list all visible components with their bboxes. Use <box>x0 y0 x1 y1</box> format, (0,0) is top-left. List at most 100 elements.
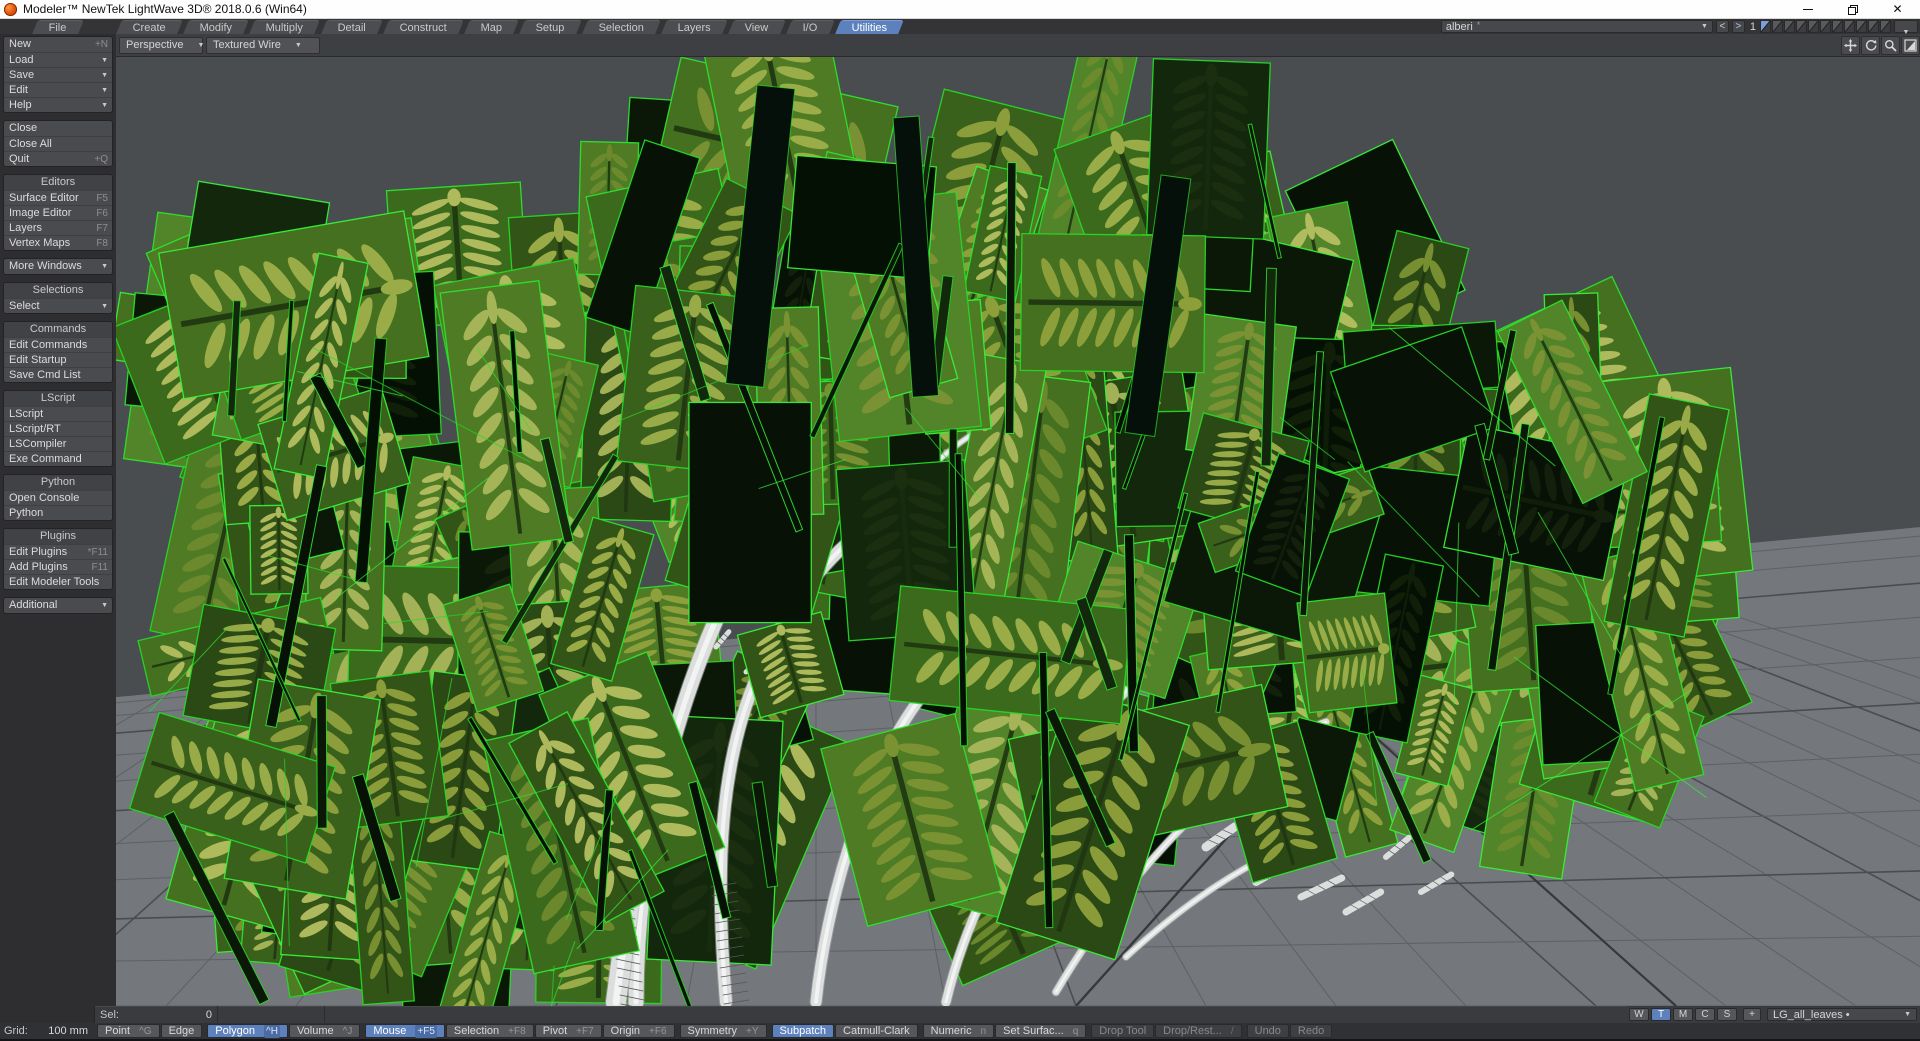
layer-tile-4[interactable] <box>1796 20 1807 33</box>
tool-button-numeric[interactable]: Numeric n <box>922 1024 995 1038</box>
sidebar-item-close[interactable]: Close <box>4 121 112 136</box>
menu-tab-construct[interactable]: Construct <box>383 20 464 34</box>
tool-button-point[interactable]: Point ^G <box>97 1024 160 1038</box>
sidebar-item-close-all[interactable]: Close All <box>4 136 112 151</box>
menu-tab-utilities[interactable]: Utilities <box>834 20 905 34</box>
menu-tab-i-o[interactable]: I/O <box>786 20 835 34</box>
vmap-button-t[interactable]: T <box>1651 1008 1671 1021</box>
menu-tab-modify[interactable]: Modify <box>183 20 250 34</box>
menu-tab-multiply[interactable]: Multiply <box>249 20 321 34</box>
tool-button-pivot[interactable]: Pivot +F7 <box>534 1024 602 1038</box>
menu-tab-detail[interactable]: Detail <box>320 20 383 34</box>
layer-next-button[interactable]: > <box>1731 20 1745 33</box>
sidebar-item-lscompiler[interactable]: LSCompiler <box>4 436 112 451</box>
sidebar-item-select[interactable]: Select ▼ <box>4 298 112 313</box>
sidebar-item-help[interactable]: Help ▼ <box>4 97 112 112</box>
tool-group: Subpatch Catmull-Clark <box>771 1024 918 1038</box>
viewport-rotate-button[interactable] <box>1861 35 1880 55</box>
tool-button-edge[interactable]: Edge <box>160 1024 203 1038</box>
menu-tab-label: Modify <box>199 22 233 34</box>
sidebar-item-surface-editor[interactable]: Surface Editor F5 <box>4 190 112 205</box>
object-selector-dropdown[interactable]: alberi * ▼ <box>1440 20 1713 33</box>
tool-button-set-surfac[interactable]: Set Surfac... q <box>995 1024 1087 1038</box>
sidebar-item-edit-plugins[interactable]: Edit Plugins *F11 <box>4 544 112 559</box>
sidebar-item-edit[interactable]: Edit ▼ <box>4 82 112 97</box>
tool-button-subpatch[interactable]: Subpatch <box>771 1024 835 1038</box>
menu-tab-create[interactable]: Create <box>116 20 183 34</box>
tool-button-mouse[interactable]: Mouse +F5 <box>365 1024 445 1038</box>
sidebar-item-quit[interactable]: Quit +Q <box>4 151 112 166</box>
viewport-zoom-button[interactable] <box>1881 35 1900 55</box>
render-mode-dropdown[interactable]: Textured Wire ▼ <box>206 36 320 54</box>
sidebar-item-load[interactable]: Load ▼ <box>4 52 112 67</box>
layer-tile-6[interactable] <box>1820 20 1831 33</box>
sidebar-item-add-plugins[interactable]: Add Plugins F11 <box>4 559 112 574</box>
layer-tile-11[interactable] <box>1880 20 1891 33</box>
sidebar-item-new[interactable]: New +N <box>4 37 112 52</box>
menu-tab-setup[interactable]: Setup <box>519 20 582 34</box>
menu-tab-view[interactable]: View <box>728 20 786 34</box>
vmap-button-c[interactable]: C <box>1695 1008 1715 1021</box>
layer-tile-2[interactable] <box>1772 20 1783 33</box>
tab-file[interactable]: File <box>32 20 84 34</box>
layer-tile-3[interactable] <box>1784 20 1795 33</box>
tool-button-symmetry[interactable]: Symmetry +Y <box>679 1024 767 1038</box>
layer-prev-button[interactable]: < <box>1715 20 1729 33</box>
view-mode-dropdown[interactable]: Perspective ▼ <box>119 36 204 54</box>
tool-button-volume[interactable]: Volume ^J <box>288 1024 361 1038</box>
layer-bank-dropdown[interactable]: ▼ <box>1894 20 1918 36</box>
sidebar-item-label: Layers <box>9 221 43 234</box>
layer-tile-1[interactable] <box>1760 20 1771 33</box>
sidebar-item-save-cmd-list[interactable]: Save Cmd List <box>4 367 112 382</box>
shortcut-label: +F6 <box>649 1025 667 1037</box>
sidebar-item-vertex-maps[interactable]: Vertex Maps F8 <box>4 235 112 250</box>
sidebar-item-edit-startup[interactable]: Edit Startup <box>4 352 112 367</box>
sidebar-item-edit-modeler-tools[interactable]: Edit Modeler Tools <box>4 574 112 589</box>
tool-button-undo[interactable]: Undo <box>1246 1024 1289 1038</box>
sidebar-item-python[interactable]: Python <box>4 505 112 520</box>
close-button[interactable]: ✕ <box>1875 0 1920 18</box>
vmap-selector-dropdown[interactable]: LG_all_leaves • ▼ <box>1767 1008 1917 1021</box>
tool-button-drop-rest[interactable]: Drop/Rest... / <box>1155 1024 1242 1038</box>
vmap-button-s[interactable]: S <box>1717 1008 1737 1021</box>
sidebar-item-label: Close All <box>9 137 52 150</box>
tool-button-drop-tool[interactable]: Drop Tool <box>1091 1024 1155 1038</box>
sidebar-item-lscript-rt[interactable]: LScript/RT <box>4 421 112 436</box>
viewport-pan-button[interactable] <box>1841 35 1860 55</box>
tool-button-catmull-clark[interactable]: Catmull-Clark <box>835 1024 918 1038</box>
menu-tab-label: Map <box>480 22 502 34</box>
sidebar-item-more-windows[interactable]: More Windows ▼ <box>4 259 112 274</box>
tool-button-label: Drop Tool <box>1099 1024 1147 1037</box>
menu-tab-map[interactable]: Map <box>464 20 520 34</box>
minimize-button[interactable] <box>1785 0 1830 18</box>
sidebar-item-edit-commands[interactable]: Edit Commands <box>4 337 112 352</box>
vmap-button-m[interactable]: M <box>1673 1008 1693 1021</box>
sidebar-item-save[interactable]: Save ▼ <box>4 67 112 82</box>
menu-tab-layers[interactable]: Layers <box>661 20 729 34</box>
viewport-canvas[interactable] <box>116 57 1920 1006</box>
tool-button-redo[interactable]: Redo <box>1289 1024 1333 1038</box>
tool-button-polygon[interactable]: Polygon ^H <box>207 1024 288 1038</box>
minimize-icon <box>1802 8 1813 10</box>
sidebar-item-image-editor[interactable]: Image Editor F6 <box>4 205 112 220</box>
sidebar-item-exe-command[interactable]: Exe Command <box>4 451 112 466</box>
menu-tab-selection[interactable]: Selection <box>582 20 662 34</box>
tool-button-selection[interactable]: Selection +F8 <box>445 1024 534 1038</box>
sidebar-item-label: LScript <box>9 407 44 420</box>
vmap-button-w[interactable]: W <box>1629 1008 1649 1021</box>
layer-tile-5[interactable] <box>1808 20 1819 33</box>
sidebar-item-layers[interactable]: Layers F7 <box>4 220 112 235</box>
shortcut-label: +Q <box>94 153 108 165</box>
restore-button[interactable] <box>1830 0 1875 18</box>
sidebar-item-lscript[interactable]: LScript <box>4 406 112 421</box>
new-vmap-button[interactable]: + <box>1743 1008 1761 1021</box>
layer-tile-9[interactable] <box>1856 20 1867 33</box>
layer-tile-8[interactable] <box>1844 20 1855 33</box>
sidebar-item-additional[interactable]: Additional ▼ <box>4 598 112 613</box>
layer-tile-7[interactable] <box>1832 20 1843 33</box>
viewport-fit-button[interactable] <box>1901 35 1920 55</box>
tool-button-origin[interactable]: Origin +F6 <box>602 1024 675 1038</box>
sidebar-group-header-commands: Commands <box>4 322 112 337</box>
sidebar-item-open-console[interactable]: Open Console <box>4 490 112 505</box>
layer-tile-10[interactable] <box>1868 20 1879 33</box>
